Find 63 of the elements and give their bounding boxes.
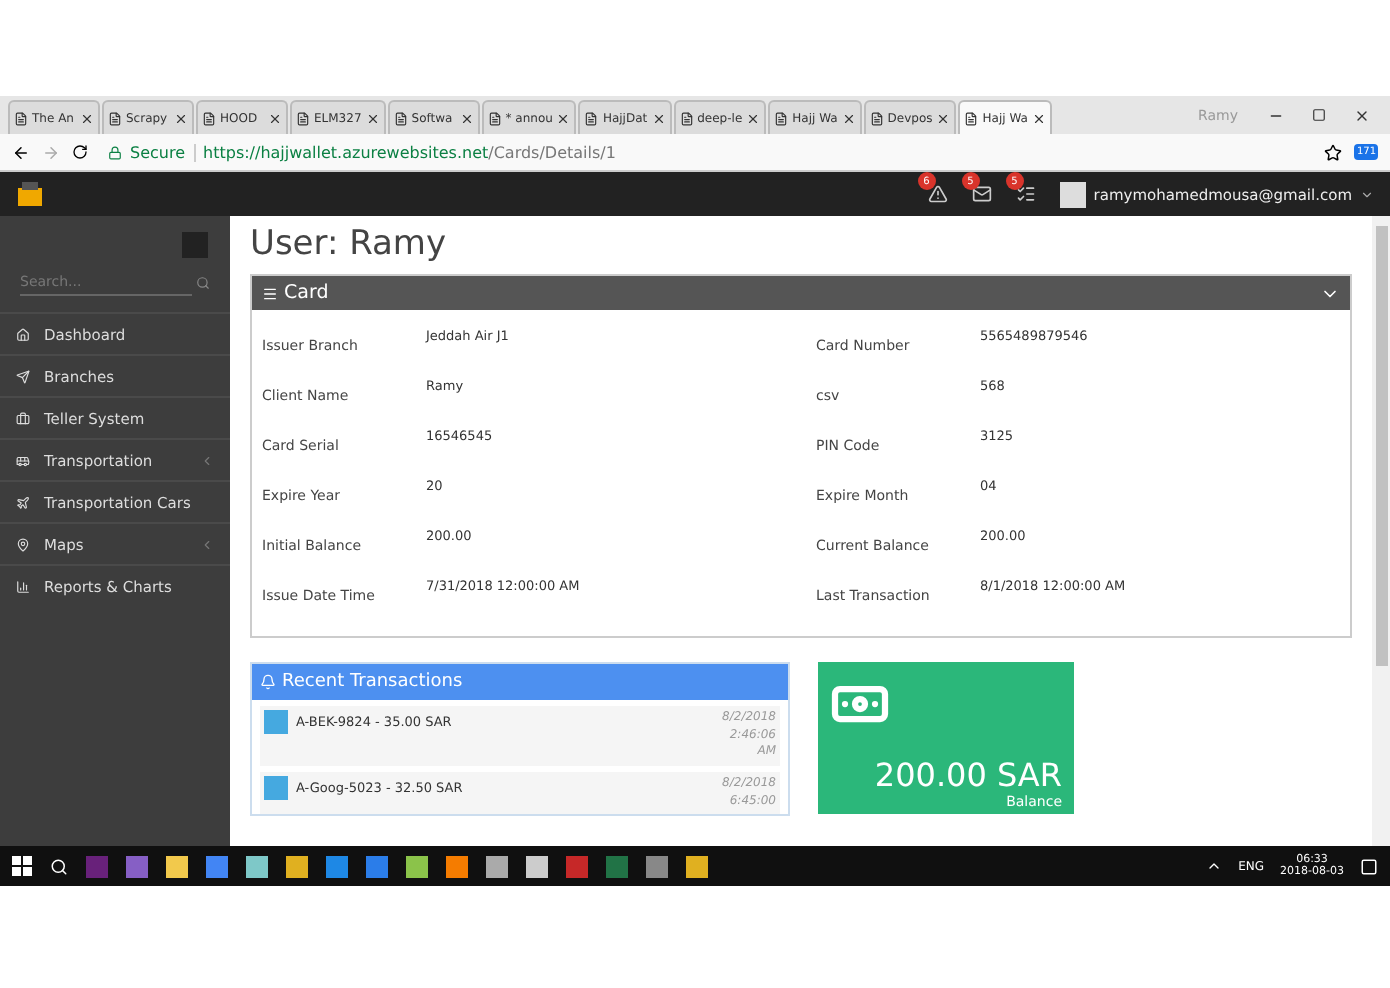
page-icon	[108, 111, 122, 125]
reload-icon[interactable]	[72, 144, 88, 160]
mail-icon[interactable]	[971, 184, 992, 204]
close-tab-icon[interactable]	[268, 111, 282, 125]
close-tab-icon[interactable]	[556, 111, 571, 125]
bus-icon	[16, 453, 30, 467]
sidebar-toggle[interactable]	[182, 232, 208, 258]
close-tab-icon[interactable]	[1031, 111, 1046, 125]
taskbar-app-icon[interactable]	[446, 855, 468, 877]
page-icon	[296, 111, 310, 125]
close-tab-icon[interactable]	[841, 111, 856, 125]
notification-center-icon[interactable]	[1360, 857, 1378, 875]
page-icon	[14, 111, 28, 125]
address-field[interactable]: Secure https://hajjwallet.azurewebsites.net/Cards/Details/1	[100, 138, 1313, 166]
page-icon	[964, 111, 979, 125]
lock-icon	[108, 145, 122, 159]
taskbar-app-icon[interactable]	[246, 855, 268, 877]
menu-icon	[262, 285, 278, 301]
taskbar-app-icon[interactable]	[406, 855, 428, 877]
caret-icon[interactable]	[1360, 187, 1374, 201]
taskbar-app-icon[interactable]	[166, 855, 188, 877]
taskbar-app-icon[interactable]	[686, 855, 708, 877]
page-icon	[584, 111, 599, 125]
avatar-placeholder	[1059, 181, 1086, 207]
list-icon[interactable]	[1015, 184, 1036, 204]
page-icon	[774, 111, 789, 125]
plane-icon	[16, 495, 30, 509]
send-icon	[16, 369, 30, 383]
scrollbar[interactable]	[1372, 216, 1390, 846]
taskbar-app-icon[interactable]	[286, 855, 308, 877]
maximize-icon[interactable]	[1312, 107, 1326, 121]
logo-icon[interactable]	[16, 180, 44, 208]
tray-caret-icon[interactable]	[1206, 858, 1223, 874]
panel-title: Card	[284, 282, 331, 304]
map-pin-icon	[16, 537, 30, 551]
close-tab-icon[interactable]	[365, 111, 380, 125]
home-icon	[16, 327, 30, 341]
page-icon	[869, 111, 884, 125]
bookmark-star-icon[interactable]	[1324, 143, 1343, 161]
page-icon	[393, 111, 408, 125]
close-icon[interactable]	[1354, 107, 1370, 123]
close-tab-icon[interactable]	[174, 111, 188, 125]
chart-icon	[16, 579, 30, 593]
briefcase-icon	[16, 411, 30, 425]
close-tab-icon[interactable]	[746, 111, 761, 125]
taskbar-app-icon[interactable]	[206, 855, 228, 877]
page-icon	[679, 111, 694, 125]
balance-amount: 200.00 SAR	[874, 756, 1062, 794]
back-icon[interactable]	[12, 143, 30, 161]
windows-logo-icon[interactable]	[12, 856, 32, 876]
close-tab-icon[interactable]	[651, 111, 666, 125]
page-title: User: Ramy	[250, 224, 449, 264]
close-tab-icon[interactable]	[936, 111, 951, 125]
page-icon	[202, 111, 216, 125]
close-tab-icon[interactable]	[80, 111, 94, 125]
taskbar-app-icon[interactable]	[646, 855, 668, 877]
taskbar-app-icon[interactable]	[526, 855, 548, 877]
taskbar-app-icon[interactable]	[486, 855, 508, 877]
bell-icon	[260, 674, 276, 690]
panel-title: Recent Transactions	[282, 672, 463, 692]
close-tab-icon[interactable]	[459, 111, 474, 125]
taskbar-app-icon[interactable]	[326, 855, 348, 877]
page-icon	[487, 111, 502, 125]
